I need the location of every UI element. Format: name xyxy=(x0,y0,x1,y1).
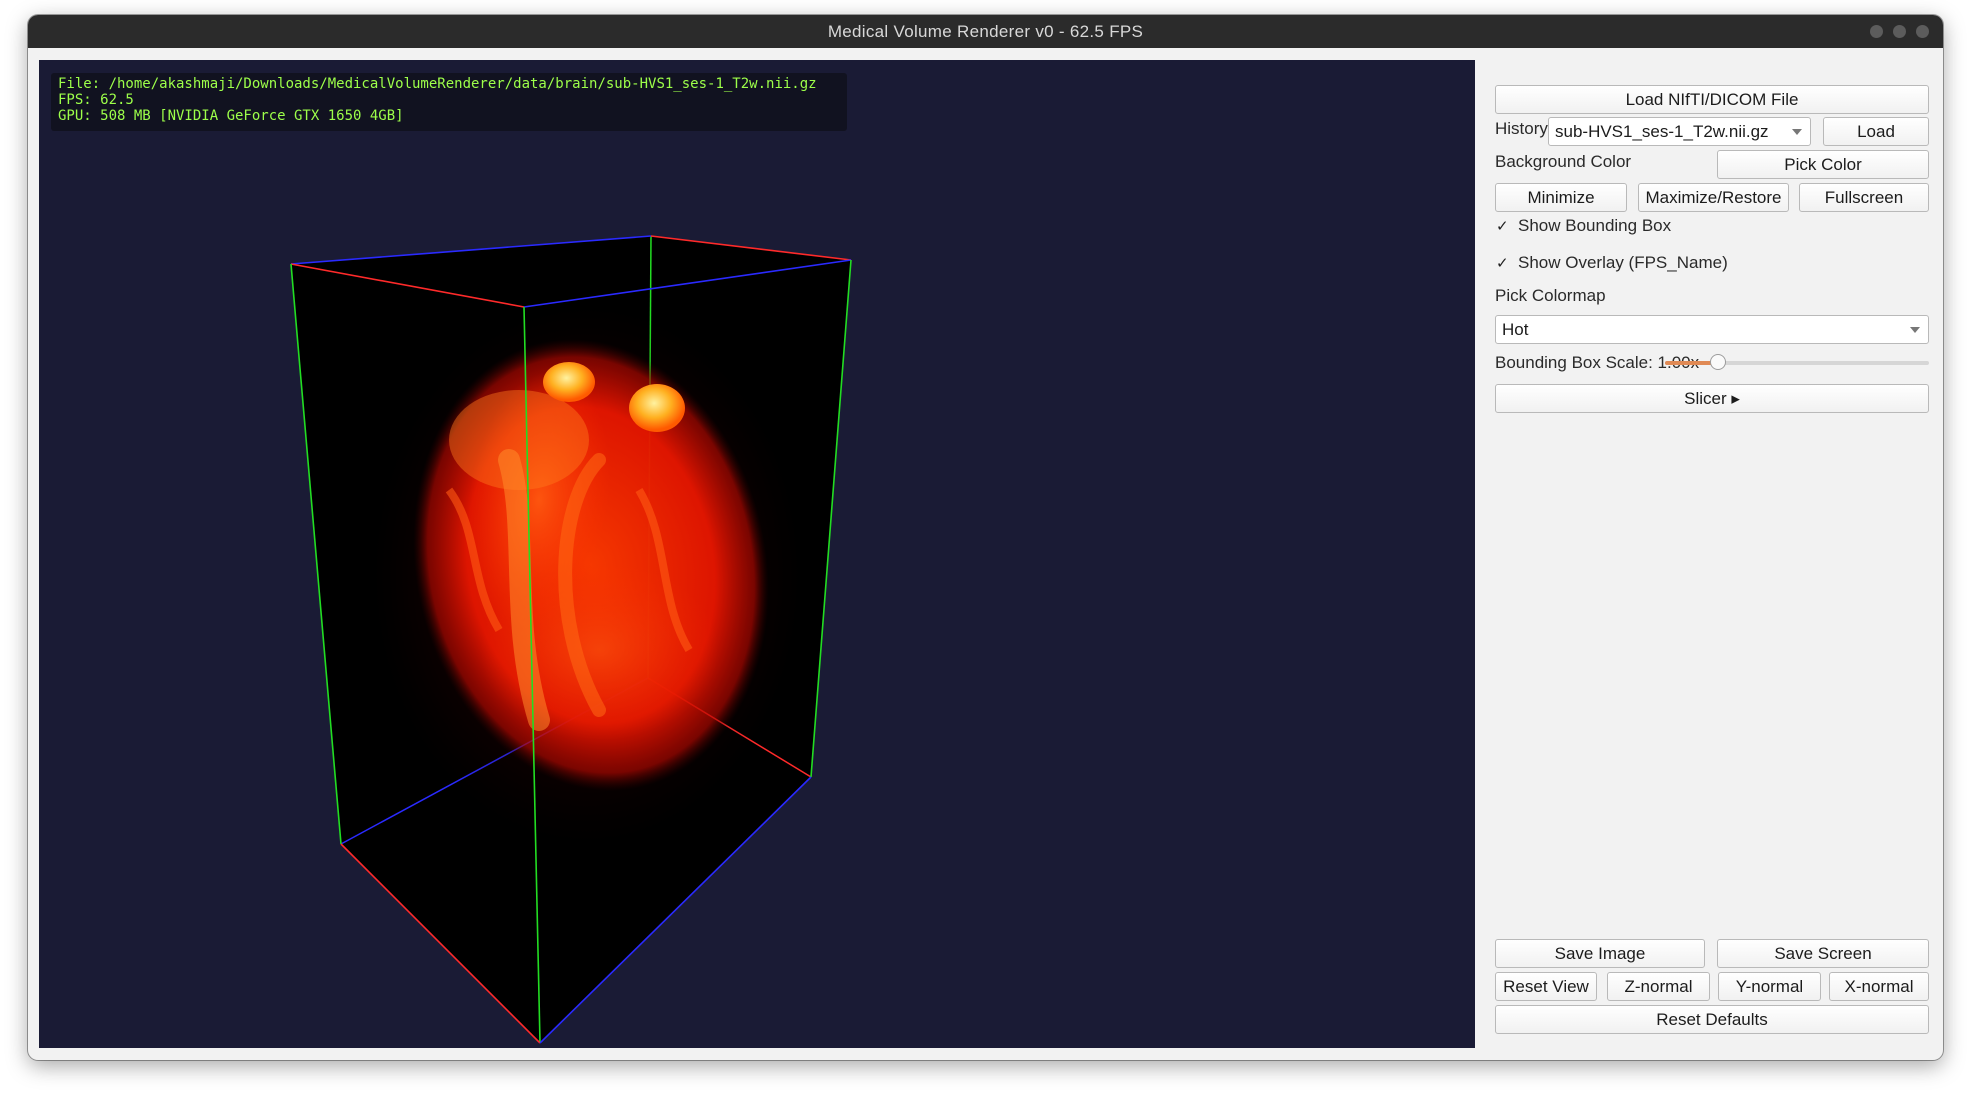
overlay-file-path: File: /home/akashmaji/Downloads/MedicalV… xyxy=(58,76,817,92)
maximize-restore-button[interactable]: Maximize/Restore xyxy=(1638,183,1789,212)
volume-render[interactable] xyxy=(39,60,1475,1048)
load-file-button[interactable]: Load NIfTI/DICOM File xyxy=(1495,85,1929,114)
history-load-button[interactable]: Load xyxy=(1823,117,1929,146)
colormap-dropdown[interactable]: Hot xyxy=(1495,315,1929,344)
history-value: sub-HVS1_ses-1_T2w.nii.gz xyxy=(1555,122,1769,141)
reset-view-button[interactable]: Reset View xyxy=(1495,972,1597,1001)
checkmark-icon: ✓ xyxy=(1496,218,1509,235)
info-overlay: File: /home/akashmaji/Downloads/MedicalV… xyxy=(51,73,847,131)
window-controls xyxy=(1870,25,1929,38)
history-dropdown[interactable]: sub-HVS1_ses-1_T2w.nii.gz xyxy=(1548,117,1811,146)
x-normal-button[interactable]: X-normal xyxy=(1829,972,1929,1001)
show-overlay-checkbox[interactable]: ✓ Show Overlay (FPS_Name) xyxy=(1496,251,1728,276)
colormap-label: Pick Colormap xyxy=(1495,286,1606,305)
minimize-button[interactable]: Minimize xyxy=(1495,183,1627,212)
render-viewport[interactable]: File: /home/akashmaji/Downloads/MedicalV… xyxy=(39,60,1475,1048)
fullscreen-button[interactable]: Fullscreen xyxy=(1799,183,1929,212)
slider-handle[interactable] xyxy=(1710,354,1726,370)
pick-color-button[interactable]: Pick Color xyxy=(1717,150,1929,179)
show-bounding-box-checkbox[interactable]: ✓ Show Bounding Box xyxy=(1496,214,1671,239)
bbox-scale-slider[interactable] xyxy=(1665,354,1929,370)
chevron-down-icon xyxy=(1910,327,1920,333)
window-control-maximize[interactable] xyxy=(1893,25,1906,38)
y-normal-button[interactable]: Y-normal xyxy=(1718,972,1821,1001)
window-control-minimize[interactable] xyxy=(1870,25,1883,38)
show-overlay-label: Show Overlay (FPS_Name) xyxy=(1518,253,1728,272)
control-panel: Load NIfTI/DICOM File History sub-HVS1_s… xyxy=(1488,60,1938,1048)
slicer-button[interactable]: Slicer ▸ xyxy=(1495,384,1929,413)
overlay-fps: FPS: 62.5 xyxy=(58,92,134,108)
window-title: Medical Volume Renderer v0 - 62.5 FPS xyxy=(827,22,1144,41)
title-bar[interactable]: Medical Volume Renderer v0 - 62.5 FPS xyxy=(28,15,1943,48)
z-normal-button[interactable]: Z-normal xyxy=(1607,972,1710,1001)
colormap-value: Hot xyxy=(1502,320,1529,339)
overlay-gpu: GPU: 508 MB [NVIDIA GeForce GTX 1650 4GB… xyxy=(58,108,404,124)
checkmark-icon: ✓ xyxy=(1496,255,1509,272)
window-control-close[interactable] xyxy=(1916,25,1929,38)
history-label: History xyxy=(1495,119,1548,138)
save-image-button[interactable]: Save Image xyxy=(1495,939,1705,968)
chevron-down-icon xyxy=(1792,129,1802,135)
show-bounding-box-label: Show Bounding Box xyxy=(1518,216,1672,235)
reset-defaults-button[interactable]: Reset Defaults xyxy=(1495,1005,1929,1034)
app-window: Medical Volume Renderer v0 - 62.5 FPS Fi… xyxy=(28,15,1943,1060)
background-color-label: Background Color xyxy=(1495,152,1632,171)
save-screen-button[interactable]: Save Screen xyxy=(1717,939,1929,968)
